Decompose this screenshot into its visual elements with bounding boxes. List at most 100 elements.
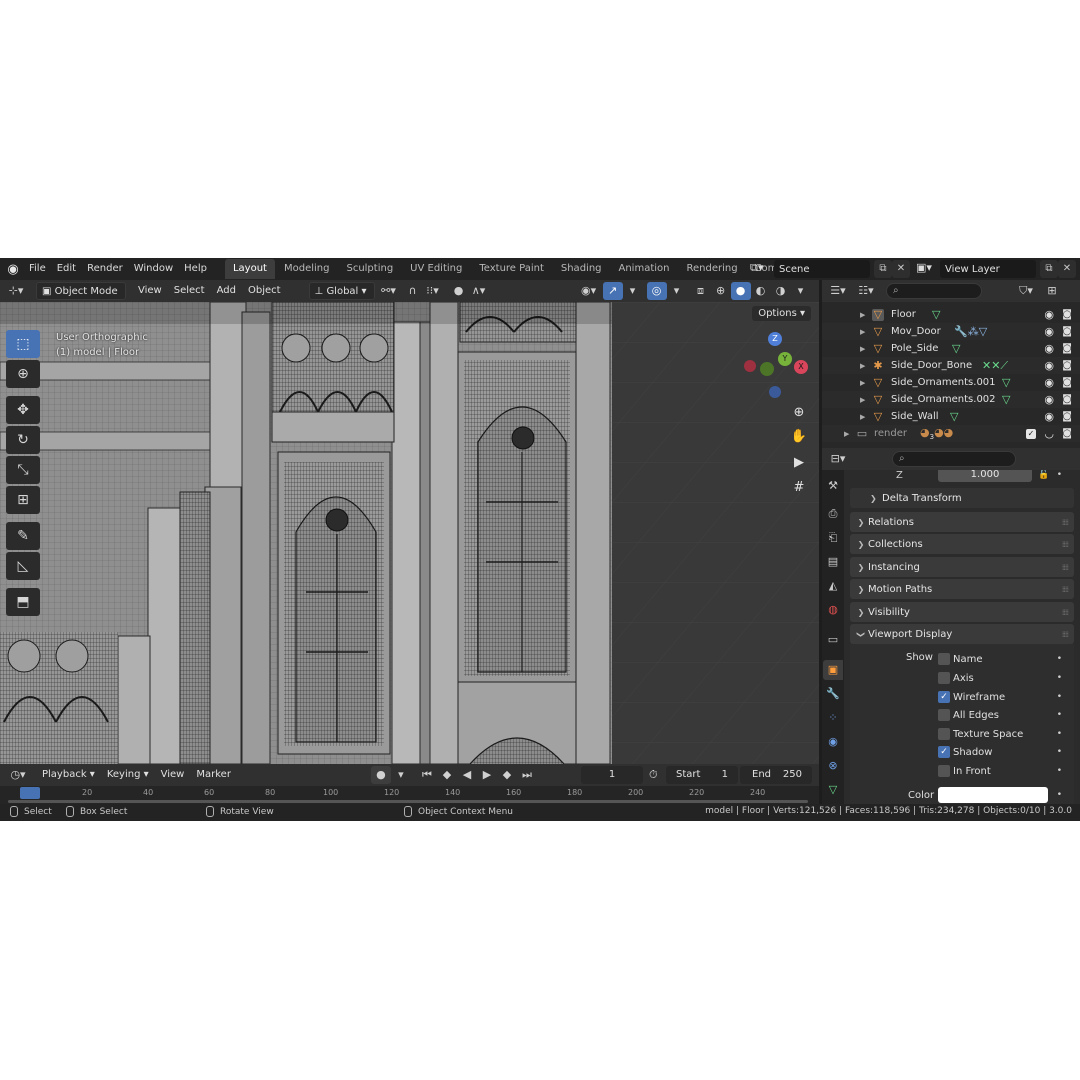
view-layer-icon[interactable]: ▣▾ [916, 261, 932, 274]
gizmo-z-axis[interactable]: Z [768, 332, 782, 346]
new-scene-icon[interactable]: ⧉ [874, 260, 892, 278]
gizmo-menu-icon[interactable]: ▾ [623, 282, 643, 300]
render-camera-icon[interactable]: ◙ [1062, 326, 1072, 337]
outliner-search-input[interactable]: ⌕ [886, 283, 982, 299]
tab-animation[interactable]: Animation [611, 259, 678, 279]
modifier-icons[interactable]: ▽ [950, 410, 958, 423]
panel-instancing[interactable]: ❯ Instancing ⁞⁞⁞⁞ [850, 557, 1074, 577]
timeline-editor-type-icon[interactable]: ◷▾ [8, 766, 28, 784]
view-layer-tab-icon[interactable]: ▤ [823, 552, 843, 572]
jump-start-icon[interactable]: ⏮ [417, 766, 437, 784]
jump-end-icon[interactable]: ⏭ [517, 766, 537, 784]
show-option-row[interactable]: Texture Space • [850, 725, 1074, 743]
expand-arrow-icon[interactable]: ▶ [860, 311, 865, 319]
expand-arrow-icon[interactable]: ▶ [860, 362, 865, 370]
menu-render[interactable]: Render [84, 258, 131, 280]
snap-icon[interactable]: ∩ [403, 282, 423, 300]
delete-view-layer-icon[interactable]: ✕ [1058, 260, 1076, 278]
annotate-tool-icon[interactable]: ✎ [6, 522, 40, 550]
expand-arrow-icon[interactable]: ▶ [860, 328, 865, 336]
falloff-icon[interactable]: ∧▾ [469, 282, 489, 300]
outliner-row[interactable]: ▶ ▽ Side_Ornaments.002 ▽ ◉ ◙ [822, 391, 1080, 408]
checkbox-checked[interactable]: ✓ [938, 691, 950, 703]
camera-view-icon[interactable]: ▶ [788, 452, 810, 474]
play-reverse-icon[interactable]: ◀ [457, 766, 477, 784]
outliner-row[interactable]: ▶ ▭ render ◕3◕◕ ✓ ◡ ◙ [822, 425, 1080, 442]
exclude-checkbox[interactable]: ✓ [1026, 428, 1036, 439]
panel-visibility[interactable]: ❯ Visibility ⁞⁞⁞⁞ [850, 602, 1074, 622]
blender-logo-icon[interactable]: ◉ [0, 258, 26, 280]
output-tab-icon[interactable]: ⎗ [823, 528, 843, 548]
editor-type-icon[interactable]: ⊹▾ [6, 282, 26, 300]
properties-editor-type-icon[interactable]: ⊟▾ [828, 450, 848, 468]
expand-arrow-icon[interactable]: ▶ [860, 345, 865, 353]
scale-tool-icon[interactable]: ⤡ [6, 456, 40, 484]
overlays-toggle-icon[interactable]: ◎ [646, 282, 667, 300]
show-option-row[interactable]: ✓ Shadow • [850, 743, 1074, 761]
gizmo-y-axis[interactable]: Y [778, 352, 792, 366]
visibility-eye-icon[interactable]: ◉ [1044, 410, 1054, 423]
modifier-icons[interactable]: ✕✕⟋ [982, 359, 1008, 373]
visibility-eye-icon[interactable]: ◉ [1044, 325, 1054, 338]
overlays-menu-icon[interactable]: ▾ [667, 282, 687, 300]
animate-dot[interactable]: • [1057, 729, 1062, 739]
checkbox[interactable] [938, 653, 950, 665]
timeline-ruler[interactable]: 20 40 60 80 100 120 140 160 180 200 220 … [0, 786, 819, 804]
outliner-row[interactable]: ▶ ▽ Floor ▽ ◉ ◙ [822, 306, 1080, 323]
visibility-eye-icon[interactable]: ◉ [1044, 359, 1054, 372]
gizmo-neg-y[interactable] [760, 362, 774, 376]
outliner-row[interactable]: ▶ ▽ Side_Ornaments.001 ▽ ◉ ◙ [822, 374, 1080, 391]
z-value-field[interactable]: 1.000 [938, 470, 1032, 482]
pivot-point-icon[interactable]: ⚯▾ [379, 282, 399, 300]
zoom-icon[interactable]: ⊕ [788, 402, 810, 424]
drag-grip-icon[interactable]: ⁞⁞⁞⁞ [1062, 608, 1069, 617]
show-option-row[interactable]: ✓ Wireframe • [850, 688, 1074, 706]
animate-dot[interactable]: • [1057, 747, 1062, 757]
particles-tab-icon[interactable]: ⁘ [823, 708, 843, 728]
pan-hand-icon[interactable]: ✋ [788, 426, 810, 448]
panel-relations[interactable]: ❯ Relations ⁞⁞⁞⁞ [850, 512, 1074, 532]
material-shading-icon[interactable]: ◐ [751, 282, 771, 300]
play-icon[interactable]: ▶ [477, 766, 497, 784]
filter-icon[interactable]: ⛉▾ [1016, 282, 1036, 300]
render-tab-icon[interactable]: ⎙ [823, 504, 843, 524]
cursor-tool-icon[interactable]: ⊕ [6, 360, 40, 388]
proportional-edit-icon[interactable]: ● [449, 282, 469, 300]
checkbox[interactable] [938, 728, 950, 740]
mode-selector[interactable]: ▣ Object Mode ▾ [36, 282, 126, 315]
animate-dot[interactable]: • [1057, 673, 1062, 683]
ortho-grid-icon[interactable]: # [788, 477, 810, 499]
timeline-scrollbar[interactable] [8, 800, 808, 803]
menu-add[interactable]: Add [211, 282, 242, 300]
collection-tab-icon[interactable]: ▭ [823, 630, 843, 650]
modifier-icons[interactable]: ▽ [952, 342, 960, 355]
menu-object[interactable]: Object [242, 282, 287, 300]
render-camera-icon[interactable]: ◙ [1062, 377, 1072, 388]
tab-layout[interactable]: Layout [224, 259, 275, 279]
checkbox[interactable] [938, 672, 950, 684]
object-tab-icon[interactable]: ▣ [823, 660, 843, 680]
stopwatch-icon[interactable]: ⏱ [649, 768, 658, 782]
menu-file[interactable]: File [26, 258, 54, 280]
lock-icon[interactable]: 🔓 [1038, 470, 1049, 480]
checkbox-checked[interactable]: ✓ [938, 746, 950, 758]
rotate-tool-icon[interactable]: ↻ [6, 426, 40, 454]
drag-grip-icon[interactable]: ⁞⁞⁞⁞ [1062, 540, 1069, 549]
xray-icon[interactable]: ⧈ [691, 282, 711, 300]
menu-marker[interactable]: Marker [190, 766, 237, 784]
gizmo-x-axis[interactable]: X [794, 360, 808, 374]
render-camera-icon[interactable]: ◙ [1062, 394, 1072, 405]
animate-dot[interactable]: • [1057, 790, 1062, 800]
transform-orientation-selector[interactable]: ⊥ Global ▾ [308, 282, 375, 300]
new-view-layer-icon[interactable]: ⧉ [1040, 260, 1058, 278]
tab-sculpting[interactable]: Sculpting [338, 259, 401, 279]
render-camera-icon[interactable]: ◙ [1062, 360, 1072, 371]
outliner-row[interactable]: ▶ ▽ Side_Wall ▽ ◉ ◙ [822, 408, 1080, 425]
tab-modeling[interactable]: Modeling [276, 259, 338, 279]
outliner-row[interactable]: ▶ ▽ Pole_Side ▽ ◉ ◙ [822, 340, 1080, 357]
scene-tab-icon[interactable]: ◭ [823, 576, 843, 596]
panel-viewport-display[interactable]: ❯ Viewport Display ⁞⁞⁞⁞ [850, 624, 1074, 644]
checkbox[interactable] [938, 765, 950, 777]
scene-selector[interactable]: Scene [774, 260, 870, 278]
playhead[interactable] [20, 787, 40, 799]
